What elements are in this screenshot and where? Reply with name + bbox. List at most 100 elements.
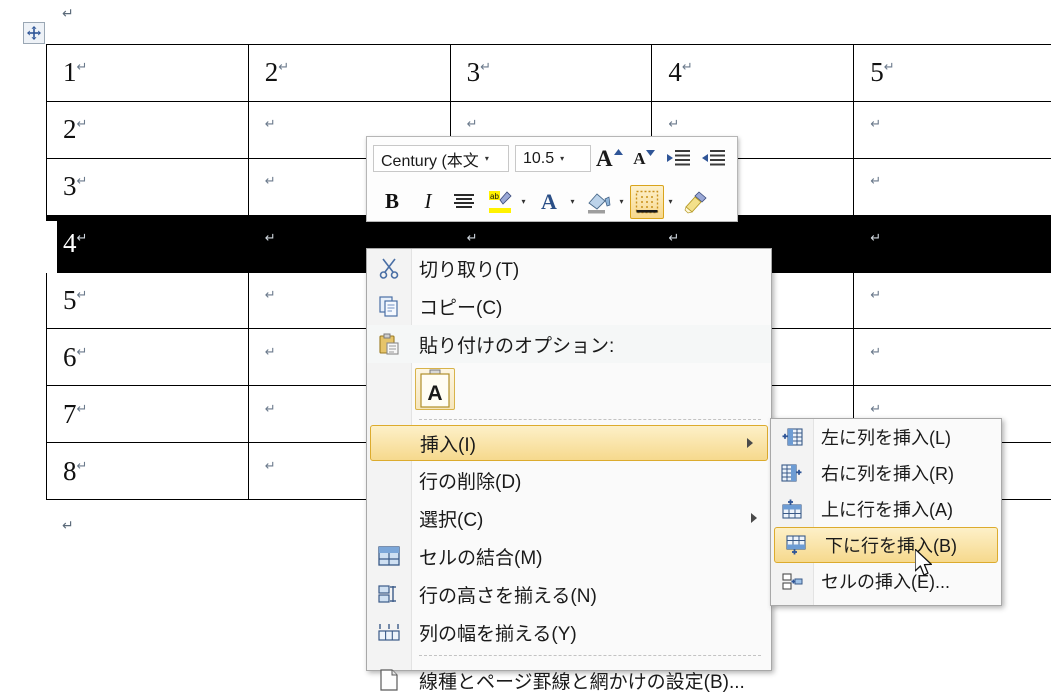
insert-row-above-icon: [771, 491, 813, 527]
insert-submenu[interactable]: 左に列を挿入(L) 右に列を挿入(R) 上に行を挿入(A): [770, 418, 1002, 606]
menu-header-paste-options: 貼り付けのオプション:: [367, 325, 771, 363]
paragraph-mark: ↵: [77, 288, 88, 303]
menu-item-delete-row[interactable]: 行の削除(D): [367, 461, 771, 499]
italic-button[interactable]: I: [411, 185, 445, 219]
table-cell[interactable]: ↵: [854, 272, 1051, 329]
table-row[interactable]: 1↵ 2↵ 3↵ 4↵ 5↵: [47, 45, 1051, 102]
merge-cells-icon: [367, 537, 411, 575]
table-cell[interactable]: 1↵: [47, 45, 249, 102]
distribute-columns-icon: [367, 613, 411, 651]
table-cell[interactable]: 4↵: [652, 45, 854, 102]
menu-item-select[interactable]: 選択(C): [367, 499, 771, 537]
table-cell[interactable]: ↵: [854, 101, 1051, 158]
menu-item-copy[interactable]: コピー(C): [367, 287, 771, 325]
align-icon: [453, 193, 475, 211]
paste-keep-text-only-button[interactable]: A: [415, 368, 455, 410]
paragraph-mark: ↵: [870, 402, 881, 417]
menu-item-insert[interactable]: 挿入(I): [370, 425, 768, 461]
table-cell[interactable]: 2↵: [47, 101, 249, 158]
selection-gutter-notch: [46, 221, 57, 273]
table-cell[interactable]: 4↵: [47, 215, 249, 272]
format-painter-button[interactable]: [679, 185, 713, 219]
decrease-indent-button[interactable]: [663, 142, 696, 176]
font-size-combo[interactable]: 10.5 ▾: [515, 145, 591, 172]
table-cell[interactable]: 2↵: [248, 45, 450, 102]
svg-text:ab: ab: [490, 192, 499, 201]
menu-item-label: コピー(C): [411, 293, 502, 320]
shading-icon: [585, 189, 611, 215]
menu-item-distribute-rows[interactable]: 行の高さを揃える(N): [367, 575, 771, 613]
paragraph-mark-above-table: ↵: [62, 6, 74, 22]
font-color-dropdown-arrow[interactable]: ▾: [566, 185, 579, 219]
paragraph-mark: ↵: [265, 231, 276, 246]
paragraph-mark: ↵: [870, 174, 881, 189]
insert-cells-icon: [771, 563, 813, 599]
submenu-item-insert-column-right[interactable]: 右に列を挿入(R): [771, 455, 1001, 491]
submenu-item-label: 左に列を挿入(L): [813, 424, 951, 450]
table-cell[interactable]: 5↵: [854, 45, 1051, 102]
menu-item-label: 行の高さを揃える(N): [411, 581, 597, 608]
table-move-handle-icon[interactable]: [23, 22, 45, 44]
submenu-item-insert-row-above[interactable]: 上に行を挿入(A): [771, 491, 1001, 527]
font-name-combo[interactable]: Century (本文 ▾: [373, 145, 509, 172]
insert-column-left-icon: [771, 419, 813, 455]
bold-icon: B: [385, 189, 399, 214]
table-cell[interactable]: 8↵: [47, 443, 249, 500]
bold-button[interactable]: B: [375, 185, 409, 219]
cell-value: 3: [63, 171, 77, 201]
indent-decrease-icon: [667, 149, 691, 169]
paragraph-mark: ↵: [668, 231, 679, 246]
table-cell[interactable]: 7↵: [47, 386, 249, 443]
menu-item-cut[interactable]: 切り取り(T): [367, 249, 771, 287]
mini-toolbar[interactable]: Century (本文 ▾ 10.5 ▾ A A: [366, 136, 738, 222]
submenu-item-insert-column-left[interactable]: 左に列を挿入(L): [771, 419, 1001, 455]
paragraph-mark: ↵: [77, 402, 88, 417]
paragraph-mark: ↵: [265, 174, 276, 189]
increase-indent-button[interactable]: [698, 142, 731, 176]
table-cell[interactable]: ↵: [854, 215, 1051, 272]
submenu-item-insert-cells[interactable]: セルの挿入(E)...: [771, 563, 1001, 599]
table-cell[interactable]: 3↵: [47, 158, 249, 215]
font-color-button[interactable]: A: [532, 185, 566, 219]
paragraph-mark: ↵: [77, 459, 88, 474]
align-button[interactable]: [447, 185, 481, 219]
submenu-item-label: セルの挿入(E)...: [813, 568, 950, 594]
paste-options-gallery[interactable]: A: [367, 363, 771, 415]
menu-item-merge-cells[interactable]: セルの結合(M): [367, 537, 771, 575]
cell-value: 5: [63, 285, 77, 315]
borders-dropdown-arrow[interactable]: ▾: [664, 185, 677, 219]
grow-font-button[interactable]: A: [593, 142, 626, 176]
submenu-item-insert-row-below[interactable]: 下に行を挿入(B): [774, 527, 998, 563]
table-cell[interactable]: ↵: [854, 158, 1051, 215]
table-cell[interactable]: 3↵: [450, 45, 652, 102]
paragraph-mark: ↵: [265, 117, 276, 132]
text-highlight-color-button[interactable]: ab: [483, 185, 517, 219]
table-cell[interactable]: ↵: [854, 329, 1051, 386]
chevron-down-icon[interactable]: ▾: [558, 154, 570, 163]
submenu-item-label: 下に行を挿入(B): [817, 532, 957, 558]
paragraph-mark: ↵: [77, 345, 88, 360]
menu-item-distribute-columns[interactable]: 列の幅を揃える(Y): [367, 613, 771, 651]
shading-button[interactable]: [581, 185, 615, 219]
table-cell[interactable]: 6↵: [47, 329, 249, 386]
borders-button[interactable]: [630, 185, 664, 219]
cut-icon: [367, 249, 411, 287]
shading-dropdown-arrow[interactable]: ▾: [615, 185, 628, 219]
grow-font-icon: A: [596, 146, 613, 172]
paragraph-mark: ↵: [265, 459, 276, 474]
italic-icon: I: [425, 189, 432, 214]
paragraph-mark: ↵: [77, 231, 88, 246]
font-name-value: Century (本文: [374, 147, 483, 171]
paragraph-mark: ↵: [467, 231, 478, 246]
context-menu[interactable]: 切り取り(T) コピー(C) 貼り付けのオプション:: [366, 248, 772, 671]
menu-item-label: セルの結合(M): [411, 543, 542, 570]
menu-item-borders-and-shading[interactable]: 線種とページ罫線と網かけの設定(B)...: [367, 661, 771, 699]
chevron-down-icon[interactable]: ▾: [483, 154, 495, 163]
table-cell[interactable]: 5↵: [47, 272, 249, 329]
paragraph-mark: ↵: [870, 231, 881, 246]
insert-column-right-icon: [771, 455, 813, 491]
text-highlight-dropdown-arrow[interactable]: ▾: [517, 185, 530, 219]
select-icon-placeholder: [367, 499, 411, 537]
cell-value: 6: [63, 342, 77, 372]
shrink-font-button[interactable]: A: [628, 142, 661, 176]
